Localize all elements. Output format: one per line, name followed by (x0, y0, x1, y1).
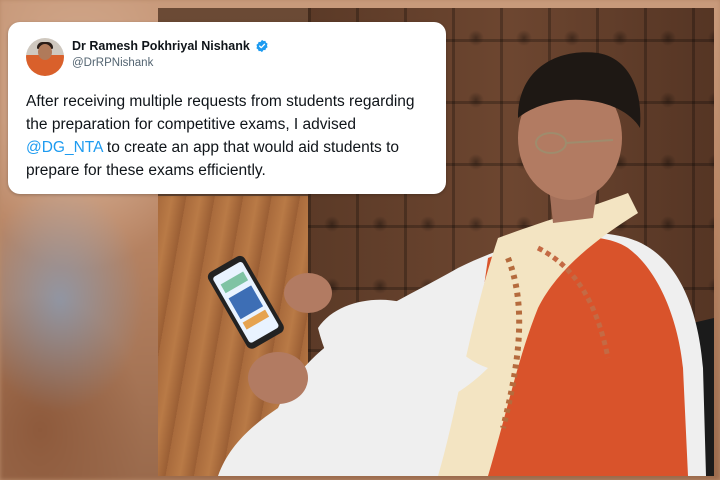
tweet-text: After receiving multiple requests from s… (26, 90, 436, 182)
avatar[interactable] (26, 38, 64, 76)
author-handle[interactable]: @DrRPNishank (72, 57, 153, 69)
avatar-face (38, 44, 52, 60)
verified-badge-icon (256, 39, 268, 53)
author-name[interactable]: Dr Ramesh Pokhriyal Nishank (72, 39, 250, 53)
author-row: Dr Ramesh Pokhriyal Nishank (72, 39, 269, 53)
tweet-text-part-1: After receiving multiple requests from s… (26, 93, 415, 133)
tweet-card: Dr Ramesh Pokhriyal Nishank @DrRPNishank… (8, 22, 446, 194)
mention-link[interactable]: @DG_NTA (26, 139, 103, 156)
